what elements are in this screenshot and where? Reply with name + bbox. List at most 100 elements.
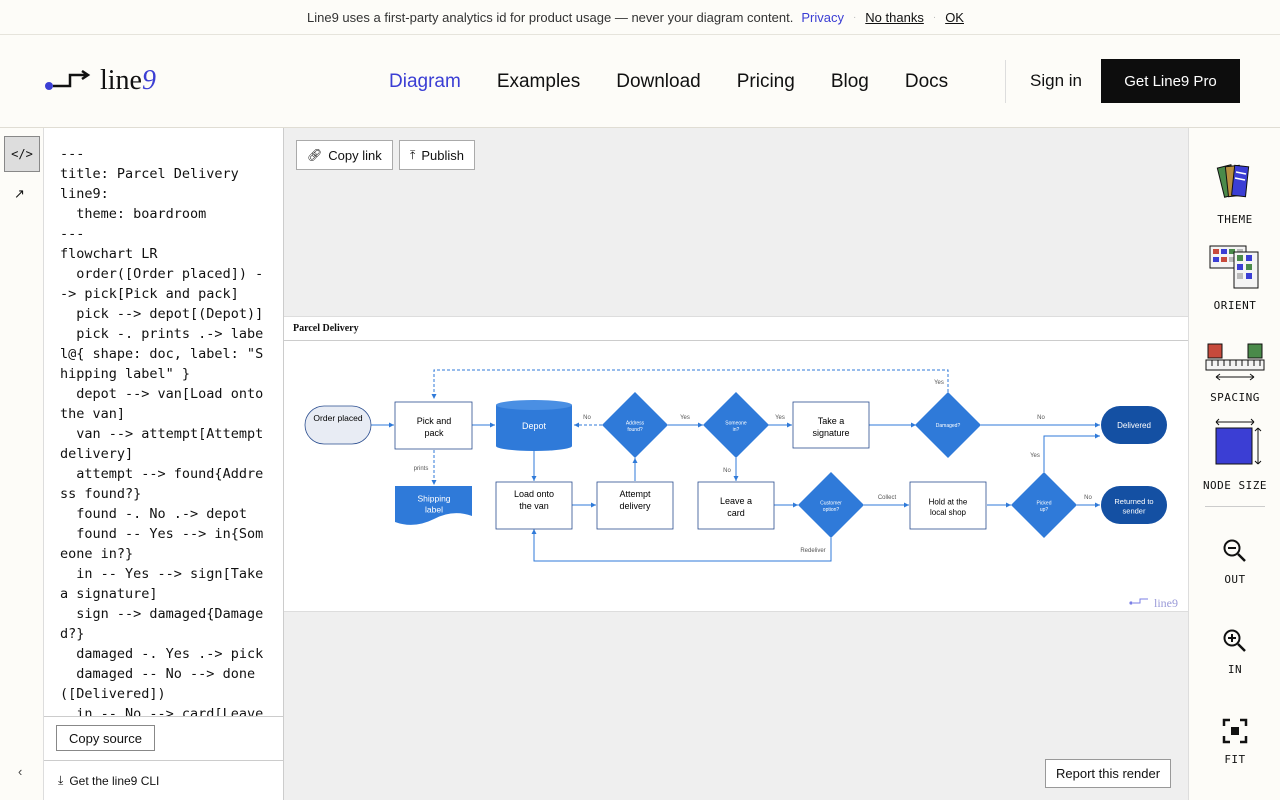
code-view-button[interactable]: </>: [4, 136, 40, 172]
svg-text:Take asignature: Take a signature: [812, 416, 849, 438]
collapse-panel-icon[interactable]: ‹: [18, 764, 22, 779]
expand-icon[interactable]: ↗: [14, 186, 25, 202]
banner-separator: ·: [852, 11, 857, 23]
svg-text:Depot: Depot: [522, 421, 547, 431]
nav-examples[interactable]: Examples: [497, 71, 580, 93]
sign-in-link[interactable]: Sign in: [1030, 71, 1082, 91]
node-order-placed[interactable]: Order placed: [304, 405, 372, 445]
svg-text:Load ontothe van: Load onto the van: [514, 489, 554, 511]
get-pro-button[interactable]: Get Line9 Pro: [1101, 59, 1240, 103]
edge-label-yes: Yes: [1030, 453, 1040, 459]
theme-tool[interactable]: THEME: [1189, 160, 1280, 226]
orient-tool[interactable]: ORIENT: [1189, 244, 1280, 312]
edge-label-collect: Collect: [878, 495, 897, 501]
zoom-out-label: OUT: [1224, 573, 1246, 586]
spacing-label: SPACING: [1210, 391, 1260, 404]
node-take-signature[interactable]: Take a signature: [792, 401, 870, 449]
edge-label-yes: Yes: [775, 415, 785, 421]
link-icon: 🔗︎: [307, 148, 323, 162]
download-icon: ⤓: [58, 773, 64, 787]
edge-label-no: No: [1084, 495, 1092, 501]
node-load-van[interactable]: Load onto the van: [495, 481, 573, 530]
node-depot[interactable]: Depot: [496, 400, 572, 451]
nav-blog[interactable]: Blog: [831, 71, 869, 93]
node-shipping-label[interactable]: Shipping label: [395, 486, 472, 525]
zoom-out-icon: [1223, 539, 1246, 562]
edge-damaged-pick: [431, 369, 949, 399]
node-customer-option[interactable]: Customer option?: [798, 472, 864, 538]
zoom-in-button[interactable]: IN: [1189, 628, 1280, 676]
copy-link-label: Copy link: [328, 147, 382, 163]
node-picked-up[interactable]: Picked up?: [1011, 472, 1077, 538]
node-leave-card[interactable]: Leave a card: [697, 481, 775, 530]
diagram-title: Parcel Delivery: [293, 323, 359, 334]
nav-docs[interactable]: Docs: [905, 71, 948, 93]
fit-icon: [1222, 718, 1248, 744]
report-render-button[interactable]: Report this render: [1045, 759, 1172, 788]
nav-diagram[interactable]: Diagram: [389, 71, 461, 93]
diagram-canvas[interactable]: 🔗︎ Copy link ⤒ Publish Parcel Delivery p…: [284, 128, 1188, 800]
edge-label-yes: Yes: [680, 415, 690, 421]
edge-label-yes: Yes: [934, 380, 944, 386]
orient-label: ORIENT: [1213, 299, 1257, 312]
node-someone-in[interactable]: Someone in?: [703, 392, 769, 458]
line9-watermark-icon: line9: [1129, 596, 1178, 610]
main-nav: Diagram Examples Download Pricing Blog D…: [389, 71, 984, 93]
node-address-found[interactable]: Address found?: [602, 392, 668, 458]
edge-label-no: No: [583, 415, 591, 421]
tools-panel: THEME ORIENT SPACING NODE SIZE OUT IN FI…: [1188, 128, 1280, 800]
svg-text:Order placed: Order placed: [313, 413, 362, 423]
upload-icon: ⤒: [410, 147, 416, 162]
nav-download[interactable]: Download: [616, 71, 701, 93]
node-size-tool[interactable]: NODE SIZE: [1189, 418, 1280, 492]
cli-link[interactable]: ⤓ Get the line9 CLI: [44, 760, 283, 800]
edge-label-no: No: [723, 468, 731, 474]
fit-button[interactable]: FIT: [1189, 718, 1280, 766]
copy-link-button[interactable]: 🔗︎ Copy link: [296, 140, 393, 170]
site-header: line9 Diagram Examples Download Pricing …: [0, 35, 1280, 128]
node-delivered[interactable]: Delivered: [1101, 406, 1167, 444]
node-hold-local-shop[interactable]: Hold at the local shop: [909, 481, 987, 530]
logo-wordmark: line9: [100, 65, 156, 96]
svg-text:Hold at thelocal shop: Hold at the local shop: [929, 498, 968, 517]
logo[interactable]: line9: [44, 65, 156, 97]
orient-grid-icon: [1209, 245, 1259, 289]
edge-label-redeliver: Redeliver: [800, 548, 825, 554]
theme-label: THEME: [1217, 213, 1253, 226]
ok-link[interactable]: OK: [945, 10, 964, 25]
edge-label-no: No: [1037, 415, 1045, 421]
edge-picked-done: [1043, 433, 1100, 472]
svg-text:Delivered: Delivered: [1117, 421, 1151, 430]
no-thanks-link[interactable]: No thanks: [865, 10, 924, 25]
copy-source-button[interactable]: Copy source: [56, 725, 155, 751]
node-damaged[interactable]: Damaged?: [915, 392, 981, 458]
node-pick-and-pack[interactable]: Pick and pack: [394, 401, 473, 450]
zoom-out-button[interactable]: OUT: [1189, 538, 1280, 586]
flowchart: prints No Yes Yes No Yes No Collect Rede…: [304, 369, 1178, 610]
svg-text:Customeroption?: Customer option?: [820, 500, 842, 513]
svg-text:Damaged?: Damaged?: [936, 423, 961, 429]
svg-text:Attemptdelivery: Attempt delivery: [619, 489, 651, 511]
source-panel: --- title: Parcel Delivery line9: theme:…: [44, 128, 284, 800]
node-returned-sender[interactable]: Returned to sender: [1101, 486, 1167, 524]
left-rail: </> ↗ ‹: [0, 128, 44, 800]
header-divider: [1005, 60, 1006, 103]
source-editor[interactable]: --- title: Parcel Delivery line9: theme:…: [60, 144, 268, 716]
logo-mark-icon: [45, 70, 91, 90]
tools-divider: [1205, 506, 1265, 507]
privacy-link[interactable]: Privacy: [801, 10, 844, 25]
edge-customer-van: [531, 529, 832, 562]
spacing-tool[interactable]: SPACING: [1189, 342, 1280, 404]
edge-label-prints: prints: [414, 466, 429, 472]
publish-button[interactable]: ⤒ Publish: [399, 140, 475, 170]
node-attempt-delivery[interactable]: Attempt delivery: [596, 481, 674, 530]
node-size-icon: [1215, 418, 1262, 465]
source-toolbar: Copy source: [44, 716, 283, 760]
zoom-in-icon: [1223, 629, 1246, 652]
nav-pricing[interactable]: Pricing: [737, 71, 795, 93]
publish-label: Publish: [421, 147, 464, 163]
svg-text:Addressfound?: Address found?: [626, 420, 645, 433]
cli-label: Get the line9 CLI: [69, 773, 160, 788]
svg-text:line9: line9: [1154, 596, 1178, 610]
consent-banner: Line9 uses a first-party analytics id fo…: [0, 0, 1280, 35]
